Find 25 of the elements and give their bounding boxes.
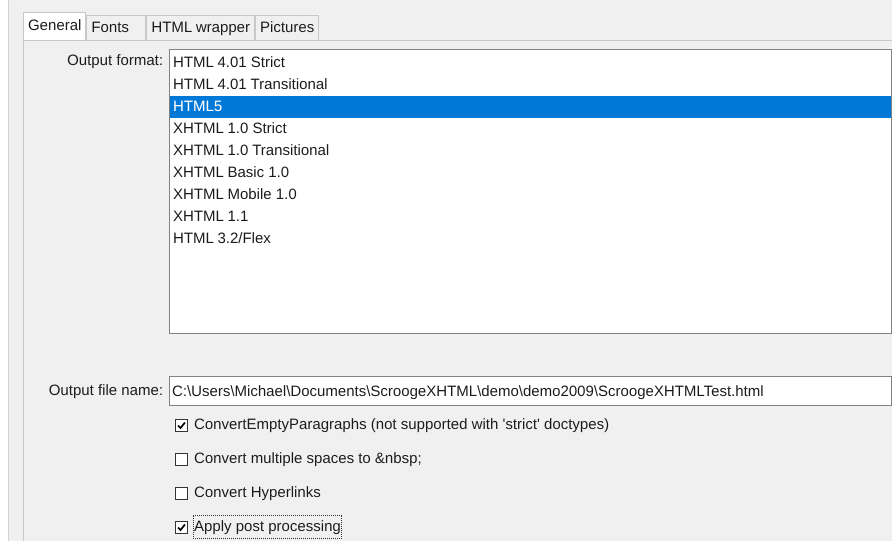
tab[interactable]: HTML wrapper — [146, 15, 256, 40]
list-item[interactable]: HTML 4.01 Transitional — [170, 74, 891, 96]
tab[interactable]: Fonts — [86, 15, 146, 40]
field-label: Output file name: — [48, 380, 164, 401]
field-label: Output format: — [66, 51, 164, 71]
list-item[interactable]: HTML5 — [170, 96, 891, 118]
list-item[interactable]: XHTML Basic 1.0 — [170, 162, 891, 184]
file-name-field[interactable]: C:\Users\Michael\Documents\ScroogeXHTML\demo\demo2009\ScroogeXHTMLTest.html — [169, 376, 892, 406]
tab[interactable]: Pictures — [255, 15, 320, 40]
tab[interactable]: General — [23, 12, 86, 40]
checkbox-label[interactable]: Convert Hyperlinks — [194, 482, 321, 504]
list-item[interactable]: XHTML 1.0 Strict — [170, 118, 891, 140]
checkbox[interactable] — [175, 486, 188, 500]
checkbox-label[interactable]: ConvertEmptyParagraphs (not supported with 'strict' doctypes) — [194, 414, 610, 436]
list-item[interactable]: HTML 3.2/Flex — [170, 228, 891, 250]
list-item[interactable]: HTML 4.01 Strict — [170, 52, 891, 74]
checkbox[interactable] — [175, 520, 188, 534]
list-item[interactable]: XHTML 1.0 Transitional — [170, 140, 891, 162]
checkbox-label[interactable]: Apply post processing — [194, 516, 341, 538]
format-listbox[interactable]: HTML 4.01 Strict HTML 4.01 Transitional HTML5 XHTML 1.0 Strict XHTML 1.0 Transitional XHTML Basic 1.0 XHTML Mobile 1.0 XHTML 1.1 HTML 3.2/Flex — [169, 49, 892, 334]
list-item[interactable]: XHTML Mobile 1.0 — [170, 184, 891, 206]
list-item[interactable]: XHTML 1.1 — [170, 206, 891, 228]
checkbox[interactable] — [175, 452, 188, 466]
checkbox[interactable] — [175, 418, 188, 432]
checkbox-label[interactable]: Convert multiple spaces to &nbsp; — [194, 448, 422, 470]
